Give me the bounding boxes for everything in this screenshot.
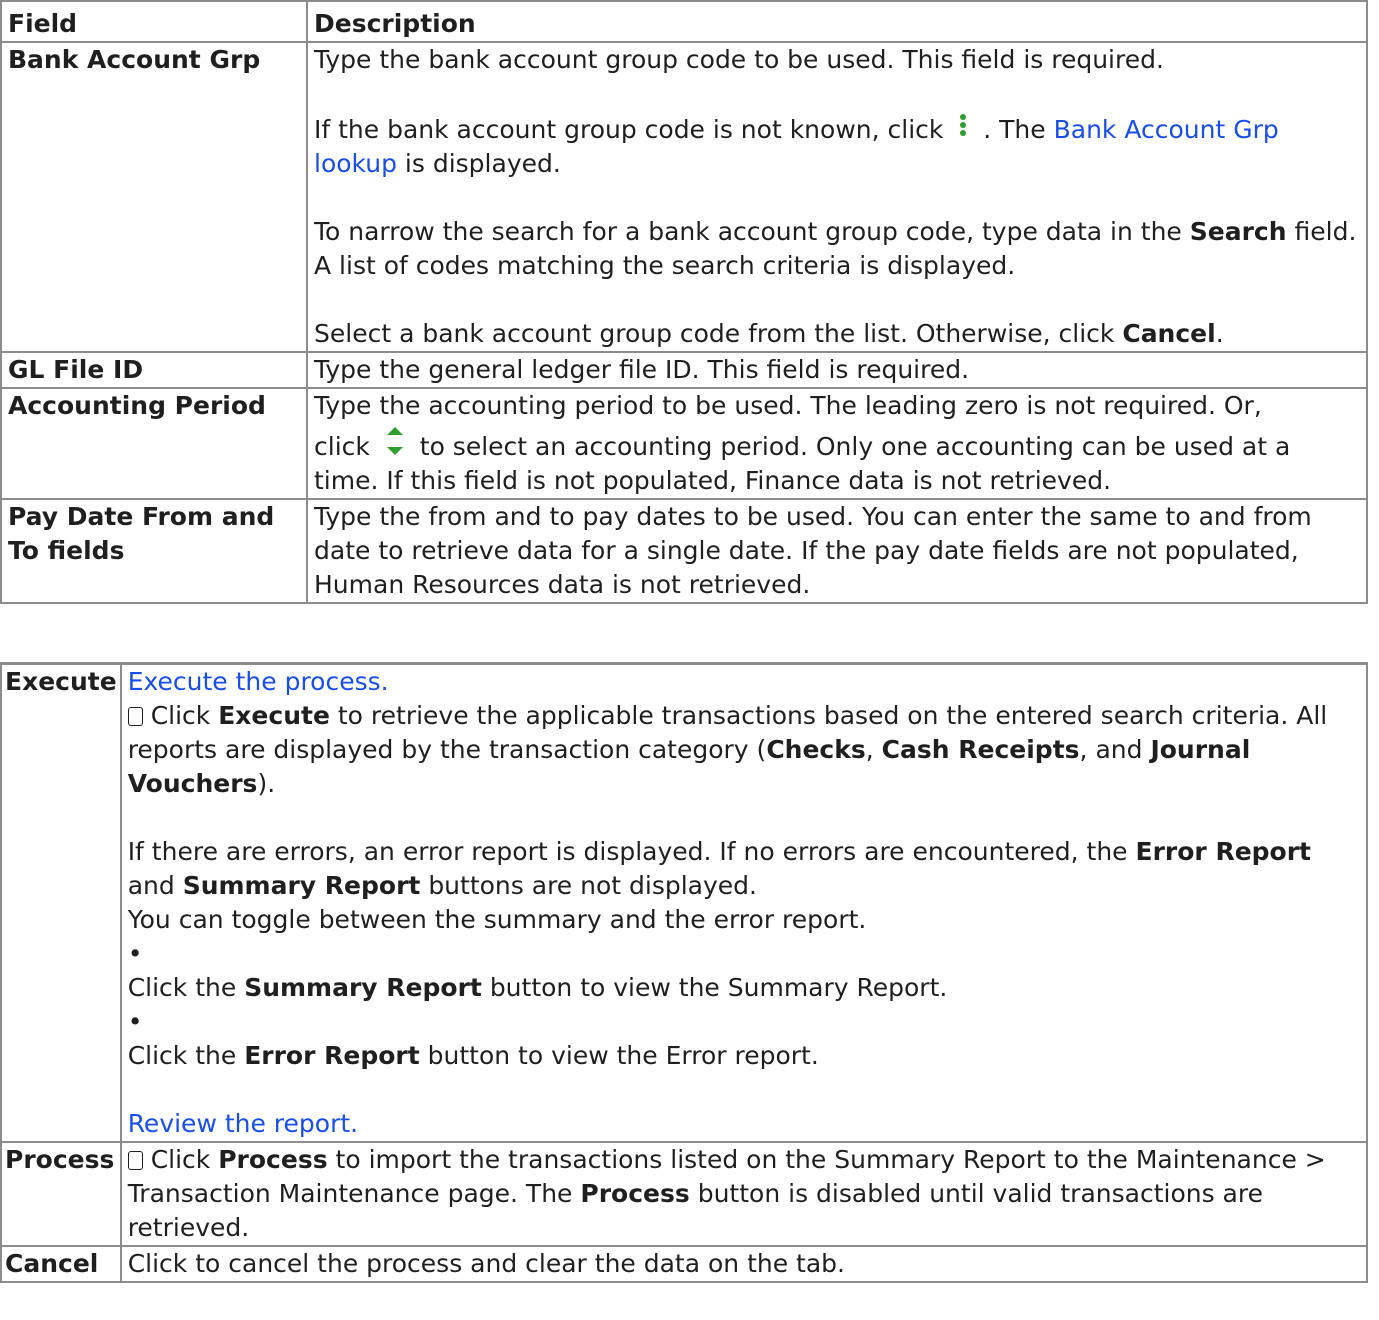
header-field: Field — [0, 0, 308, 43]
table-row: Accounting Period Type the accounting pe… — [0, 387, 1368, 500]
description-text: If there are errors, an error report is … — [127, 837, 1312, 900]
bullet: • — [127, 939, 143, 968]
table-row: GL File ID Type the general ledger file … — [0, 351, 1368, 389]
checkbox-icon — [127, 707, 143, 726]
execute-process-link[interactable]: Execute the process. — [128, 665, 1360, 699]
buttons-table: Execute Execute the process. Click Execu… — [0, 662, 1369, 1283]
lookup-icon[interactable] — [951, 111, 975, 141]
description-text: You can toggle between the summary and t… — [127, 905, 867, 934]
button-process-label: Process — [0, 1141, 122, 1247]
button-execute-label: Execute — [0, 662, 122, 1143]
field-gl-file-id: GL File ID — [0, 351, 308, 389]
field-bank-account-grp: Bank Account Grp — [0, 41, 308, 353]
review-report-link[interactable]: Review the report. — [128, 1107, 1360, 1141]
button-cancel-label: Cancel — [0, 1245, 122, 1283]
table-row: Bank Account Grp Type the bank account g… — [0, 41, 1368, 353]
description-gl-file-id: Type the general ledger file ID. This fi… — [306, 351, 1368, 389]
description-text: Type the bank account group code to be u… — [314, 45, 1164, 74]
description-text: click to select an accounting period. On… — [314, 423, 1360, 498]
description-text: Click the Error Report button to view th… — [127, 1041, 819, 1070]
description-pay-date: Type the from and to pay dates to be use… — [306, 498, 1368, 604]
description-process: Click Process to import the transactions… — [119, 1141, 1369, 1247]
checkbox-icon — [127, 1151, 143, 1170]
field-description-table: Field Description Bank Account Grp Type … — [0, 0, 1368, 604]
description-text: If the bank account group code is not kn… — [314, 111, 1360, 181]
description-accounting-period: Type the accounting period to be used. T… — [306, 387, 1368, 500]
description-bank-account-grp: Type the bank account group code to be u… — [306, 41, 1368, 353]
bullet: • — [127, 1007, 143, 1036]
spinner-icon[interactable] — [378, 423, 412, 463]
description-execute: Execute the process. Click Execute to re… — [119, 662, 1369, 1143]
field-pay-date: Pay Date From and To fields — [0, 498, 308, 604]
table-row: Cancel Click to cancel the process and c… — [0, 1245, 1369, 1283]
table-row: Process Click Process to import the tran… — [0, 1141, 1369, 1247]
description-text: Type the accounting period to be used. T… — [314, 391, 1262, 420]
table-row: Execute Execute the process. Click Execu… — [0, 662, 1369, 1143]
header-description: Description — [306, 0, 1368, 43]
description-text: Click the Summary Report button to view … — [127, 973, 948, 1002]
description-text: Select a bank account group code from th… — [314, 319, 1224, 348]
description-text: Click Execute to retrieve the applicable… — [127, 701, 1328, 798]
table-row: Pay Date From and To fields Type the fro… — [0, 498, 1368, 604]
description-text: To narrow the search for a bank account … — [314, 217, 1357, 280]
field-accounting-period: Accounting Period — [0, 387, 308, 500]
description-cancel: Click to cancel the process and clear th… — [119, 1245, 1369, 1283]
